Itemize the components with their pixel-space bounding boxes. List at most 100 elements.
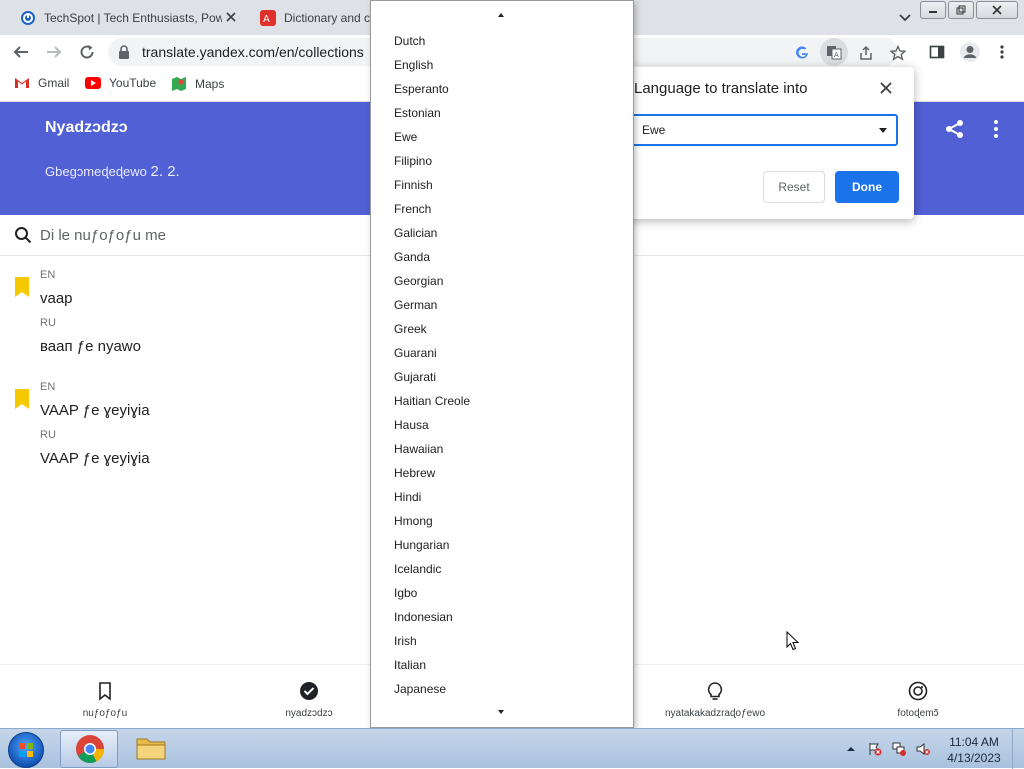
language-option[interactable]: Hungarian bbox=[371, 533, 633, 557]
side-panel-icon[interactable] bbox=[929, 44, 945, 60]
done-button[interactable]: Done bbox=[835, 171, 899, 203]
language-option[interactable]: Galician bbox=[371, 221, 633, 245]
language-option[interactable]: English bbox=[371, 53, 633, 77]
nav-item-collections[interactable]: nyadzɔdzɔ bbox=[249, 665, 369, 729]
nav-item-camera[interactable]: fotoɖemɔ̃ bbox=[858, 665, 978, 729]
share-page-icon[interactable] bbox=[858, 45, 874, 61]
maps-icon bbox=[172, 77, 186, 91]
language-option[interactable]: Filipino bbox=[371, 149, 633, 173]
bookmark-label: YouTube bbox=[109, 76, 157, 90]
lock-icon[interactable] bbox=[118, 45, 130, 59]
nav-item-bookmarks[interactable]: nuƒoƒoƒu bbox=[45, 665, 165, 729]
tray-expand-icon[interactable] bbox=[846, 744, 856, 754]
language-option[interactable]: Irish bbox=[371, 629, 633, 653]
target-language-select[interactable]: Ewe bbox=[630, 114, 898, 146]
action-center-flag-icon[interactable] bbox=[868, 742, 882, 756]
network-icon[interactable] bbox=[892, 742, 906, 756]
system-clock[interactable]: 11:04 AM 4/13/2023 bbox=[944, 734, 1004, 766]
forward-arrow-icon[interactable] bbox=[45, 43, 63, 61]
language-option[interactable]: Hmong bbox=[371, 509, 633, 533]
search-icon bbox=[14, 226, 32, 244]
reload-icon[interactable] bbox=[78, 43, 96, 61]
list-item[interactable]: EN vaap RU ваап ƒe nyawo bbox=[0, 266, 370, 366]
menu-dots-icon[interactable] bbox=[994, 44, 1010, 60]
translate-page-button[interactable]: A bbox=[820, 38, 848, 66]
bookmark-gmail[interactable]: Gmail bbox=[14, 76, 69, 90]
close-tab-icon[interactable] bbox=[224, 10, 238, 24]
start-button[interactable] bbox=[8, 732, 44, 768]
mouse-cursor-icon bbox=[786, 631, 800, 651]
language-dropdown-list[interactable]: Dutch English Esperanto Estonian Ewe Filipino… bbox=[370, 0, 634, 728]
language-option[interactable]: Greek bbox=[371, 317, 633, 341]
language-option[interactable]: Georgian bbox=[371, 269, 633, 293]
nav-label: fotoɖemɔ̃ bbox=[897, 708, 939, 719]
target-text: VAAP ƒe ɣeyiɣia bbox=[40, 450, 150, 467]
bookmark-label: Gmail bbox=[38, 76, 70, 90]
bookmark-youtube[interactable]: YouTube bbox=[85, 76, 156, 90]
volume-muted-icon[interactable] bbox=[916, 742, 930, 756]
language-option[interactable]: Hebrew bbox=[371, 461, 633, 485]
svg-text:A: A bbox=[263, 14, 270, 25]
close-window-button[interactable] bbox=[976, 1, 1018, 19]
language-option[interactable]: Finnish bbox=[371, 173, 633, 197]
nav-label: nyatakakadzraɖoƒewo bbox=[664, 708, 766, 719]
url-text[interactable]: translate.yandex.com/en/collections bbox=[142, 44, 364, 60]
language-option[interactable]: German bbox=[371, 293, 633, 317]
language-option[interactable]: Haitian Creole bbox=[371, 389, 633, 413]
target-lang: RU bbox=[40, 317, 56, 329]
taskbar-chrome[interactable] bbox=[60, 730, 118, 768]
check-circle-icon bbox=[299, 681, 319, 701]
window-controls bbox=[920, 1, 1018, 19]
tab-techspot[interactable]: TechSpot | Tech Enthusiasts, Power Users… bbox=[8, 0, 246, 35]
selected-language: Ewe bbox=[642, 123, 666, 137]
restore-button[interactable] bbox=[948, 1, 974, 19]
more-vert-icon[interactable] bbox=[985, 118, 1007, 140]
language-option[interactable]: Japanese bbox=[371, 677, 633, 701]
tab-dictionary[interactable]: A Dictionary and c bbox=[248, 0, 378, 35]
chevron-down-icon bbox=[879, 128, 887, 133]
source-lang: EN bbox=[40, 269, 56, 281]
taskbar-file-explorer[interactable] bbox=[122, 730, 180, 768]
entry-count: 2. 2. bbox=[150, 163, 180, 180]
windows-logo-icon bbox=[19, 743, 33, 757]
reset-button[interactable]: Reset bbox=[763, 171, 825, 203]
folder-icon bbox=[136, 738, 166, 760]
language-option[interactable]: Gujarati bbox=[371, 365, 633, 389]
scroll-down-arrow-icon[interactable] bbox=[498, 710, 504, 714]
source-lang: EN bbox=[40, 381, 56, 393]
bookmark-flag-icon[interactable] bbox=[15, 389, 29, 409]
language-option[interactable]: Hausa bbox=[371, 413, 633, 437]
close-icon[interactable] bbox=[879, 81, 893, 95]
language-option[interactable]: Icelandic bbox=[371, 557, 633, 581]
language-option[interactable]: Italian bbox=[371, 653, 633, 677]
bookmark-maps[interactable]: Maps bbox=[171, 76, 224, 92]
nav-item-learning[interactable]: nyatakakadzraɖoƒewo bbox=[655, 665, 775, 729]
search-input[interactable]: Di le nuƒoƒoƒu me bbox=[40, 227, 166, 244]
star-bookmark-icon[interactable] bbox=[890, 45, 906, 61]
profile-avatar-icon[interactable] bbox=[959, 41, 981, 63]
share-icon[interactable] bbox=[944, 118, 966, 140]
tab-search-chevron-icon[interactable] bbox=[897, 9, 913, 25]
language-option[interactable]: Ewe bbox=[371, 125, 633, 149]
bookmark-label: Maps bbox=[195, 77, 225, 91]
list-item[interactable]: EN VAAP ƒe ɣeyiɣia RU VAAP ƒe ɣeyiɣia bbox=[0, 378, 370, 478]
language-option[interactable]: Igbo bbox=[371, 581, 633, 605]
language-option[interactable]: French bbox=[371, 197, 633, 221]
show-desktop-button[interactable] bbox=[1012, 729, 1024, 769]
bookmark-flag-icon[interactable] bbox=[15, 277, 29, 297]
language-option[interactable]: Hindi bbox=[371, 485, 633, 509]
tab-title: Dictionary and c bbox=[284, 10, 371, 25]
language-option[interactable]: Guarani bbox=[371, 341, 633, 365]
scroll-up-arrow-icon[interactable] bbox=[498, 13, 504, 17]
google-icon[interactable] bbox=[794, 45, 810, 61]
language-option[interactable]: Estonian bbox=[371, 101, 633, 125]
language-option[interactable]: Indonesian bbox=[371, 605, 633, 629]
minimize-button[interactable] bbox=[920, 1, 946, 19]
back-arrow-icon[interactable] bbox=[12, 43, 30, 61]
language-option[interactable]: Esperanto bbox=[371, 77, 633, 101]
language-options: Dutch English Esperanto Estonian Ewe Filipino… bbox=[371, 29, 633, 701]
language-option[interactable]: Ganda bbox=[371, 245, 633, 269]
chrome-icon bbox=[76, 735, 104, 763]
language-option[interactable]: Hawaiian bbox=[371, 437, 633, 461]
language-option[interactable]: Dutch bbox=[371, 29, 633, 53]
